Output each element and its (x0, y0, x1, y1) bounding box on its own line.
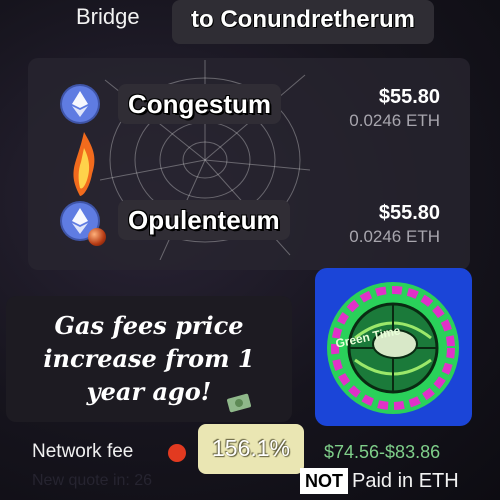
route-usd-price: $55.80 (378, 202, 440, 224)
money-icon (227, 393, 251, 413)
not-label: NOT (300, 468, 348, 494)
green-time-logo: Green Time (315, 268, 472, 426)
route-eth-amount: 0.0246 ETH (349, 111, 440, 130)
route-name-opulenteum[interactable]: Opulenteum (118, 200, 290, 240)
fee-increase-badge: 156.1% (198, 424, 304, 474)
fireball-icon (88, 228, 106, 246)
fee-range: $74.56-$83.86 (324, 442, 441, 462)
network-fee-label: Network fee (32, 441, 134, 462)
new-quote-timer: New quote in: 26 (32, 472, 153, 489)
destination-chain-button[interactable]: to Conundretherum (172, 0, 434, 44)
route-name-congestum[interactable]: Congestum (118, 84, 281, 124)
paid-in-eth-label: Paid in ETH (352, 470, 459, 492)
route-usd-price: $55.80 (378, 86, 440, 108)
ethereum-icon (62, 86, 98, 122)
bridge-label: Bridge (76, 4, 140, 29)
route-eth-amount: 0.0246 ETH (349, 227, 440, 246)
angry-face-icon (168, 444, 186, 462)
fire-icon (73, 132, 95, 196)
